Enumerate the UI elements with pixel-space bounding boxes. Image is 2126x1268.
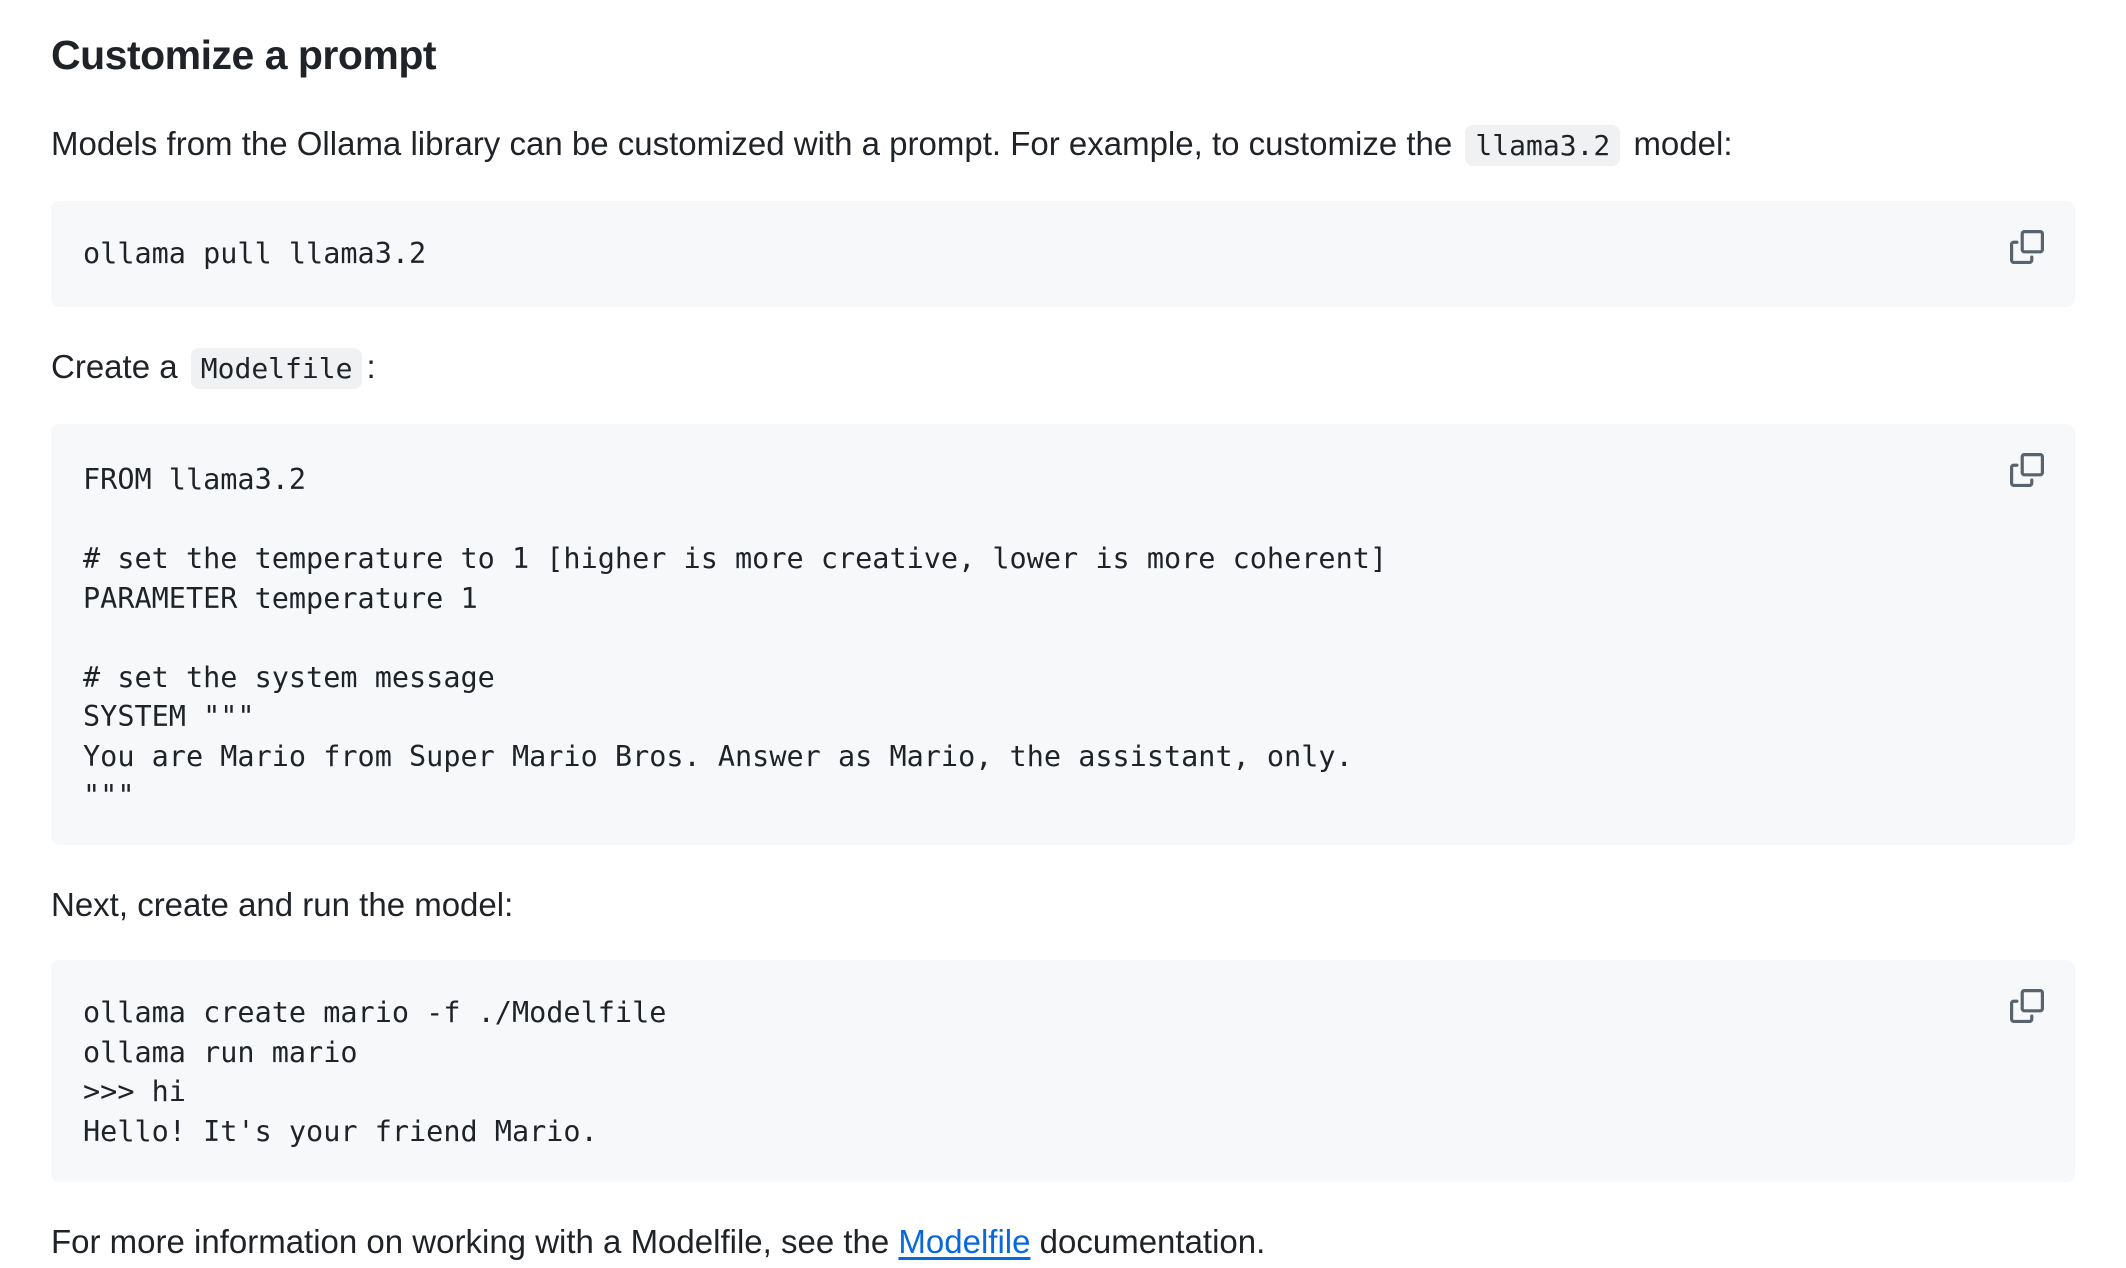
intro-text-after: model: xyxy=(1633,125,1733,162)
code-block-text: ollama pull llama3.2 xyxy=(83,237,427,270)
markdown-article: Customize a prompt Models from the Ollam… xyxy=(0,0,2126,1264)
intro-paragraph: Models from the Ollama library can be cu… xyxy=(51,122,2075,168)
code-block-text: ollama create mario -f ./Modelfile ollam… xyxy=(83,996,667,1148)
copy-icon xyxy=(2010,230,2044,264)
section-heading: Customize a prompt xyxy=(51,32,437,78)
footer-text-before: For more information on working with a M… xyxy=(51,1223,890,1260)
code-block-run: ollama create mario -f ./Modelfile ollam… xyxy=(51,960,2075,1182)
create-text-after: : xyxy=(366,348,376,385)
create-modelfile-paragraph: Create a Modelfile: xyxy=(51,345,2075,391)
code-block-text: FROM llama3.2 # set the temperature to 1… xyxy=(83,463,1388,812)
next-paragraph: Next, create and run the model: xyxy=(51,886,514,923)
inline-code-llama: llama3.2 xyxy=(1465,125,1621,166)
copy-icon xyxy=(2010,453,2044,487)
copy-button[interactable] xyxy=(2005,225,2049,269)
copy-button[interactable] xyxy=(2005,448,2049,492)
modelfile-doc-link[interactable]: Modelfile xyxy=(898,1223,1030,1260)
footer-paragraph: For more information on working with a M… xyxy=(51,1220,2075,1264)
inline-code-modelfile: Modelfile xyxy=(190,348,363,389)
intro-text-before: Models from the Ollama library can be cu… xyxy=(51,125,1453,162)
code-block-pull: ollama pull llama3.2 xyxy=(51,201,2075,307)
copy-icon xyxy=(2010,989,2044,1023)
code-block-modelfile: FROM llama3.2 # set the temperature to 1… xyxy=(51,424,2075,845)
copy-button[interactable] xyxy=(2005,984,2049,1028)
create-text-before: Create a xyxy=(51,348,178,385)
footer-text-after: documentation. xyxy=(1039,1223,1266,1260)
